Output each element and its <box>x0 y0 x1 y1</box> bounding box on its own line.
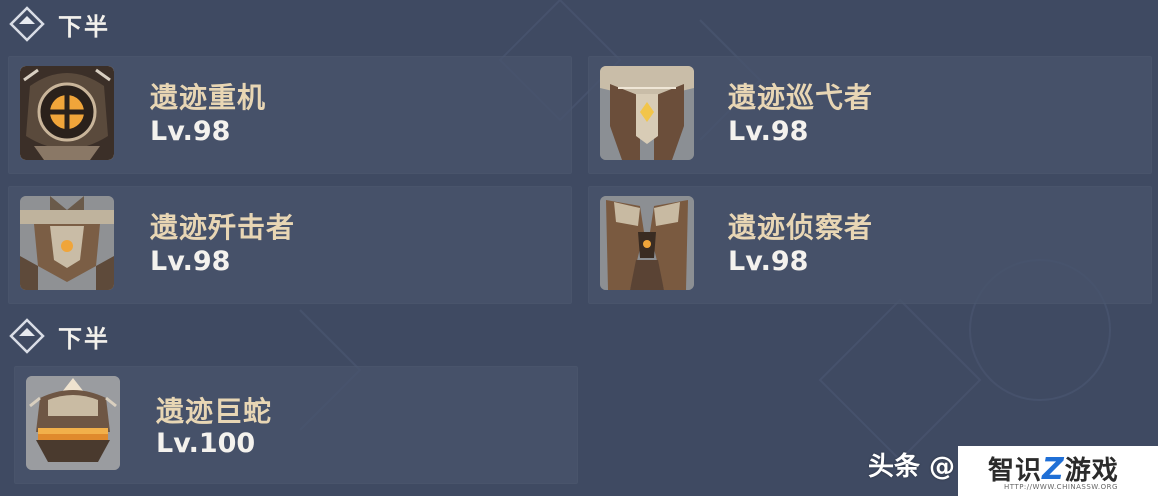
enemy-level: Lv.98 <box>728 116 809 147</box>
section-title: 下半 <box>58 12 110 41</box>
enemy-card-ruin-grader[interactable]: 遗迹重机 Lv.98 <box>8 56 572 174</box>
enemy-card-ruin-cruiser[interactable]: 遗迹巡弋者 Lv.98 <box>588 56 1152 174</box>
enemy-card-ruin-destroyer[interactable]: 遗迹歼击者 Lv.98 <box>8 186 572 304</box>
ruin-grader-icon <box>20 66 114 160</box>
logo-prefix: 智识 <box>988 456 1043 486</box>
ruin-scout-icon <box>600 196 694 290</box>
enemy-name: 遗迹重机 <box>150 81 267 114</box>
enemy-level: Lv.98 <box>150 116 231 147</box>
enemy-name: 遗迹歼击者 <box>150 211 296 244</box>
diamond-icon <box>9 6 45 42</box>
toutiao-watermark: 头条 @ <box>868 452 956 482</box>
diamond-icon <box>9 318 45 354</box>
site-watermark: 智识Z游戏 HTTP://WWW.CHINASSW.ORG <box>958 446 1158 496</box>
site-logo: 智识Z游戏 <box>988 450 1119 487</box>
enemy-name: 遗迹侦察者 <box>728 211 874 244</box>
section-title: 下半 <box>58 324 110 353</box>
ruin-serpent-icon <box>26 376 120 470</box>
enemy-level: Lv.98 <box>150 246 231 277</box>
logo-z: Z <box>1042 452 1065 487</box>
enemy-card-ruin-serpent[interactable]: 遗迹巨蛇 Lv.100 <box>14 366 578 484</box>
enemy-level: Lv.100 <box>156 428 256 459</box>
ruin-cruiser-icon <box>600 66 694 160</box>
section-header-2: 下半 <box>0 316 110 356</box>
section-header-1: 下半 <box>0 4 110 44</box>
ruin-destroyer-icon <box>20 196 114 290</box>
enemy-level: Lv.98 <box>728 246 809 277</box>
logo-suffix: 游戏 <box>1064 456 1119 486</box>
enemy-name: 遗迹巨蛇 <box>156 395 273 428</box>
enemy-name: 遗迹巡弋者 <box>728 81 874 114</box>
enemy-card-ruin-scout[interactable]: 遗迹侦察者 Lv.98 <box>588 186 1152 304</box>
site-url: HTTP://WWW.CHINASSW.ORG <box>1004 483 1118 491</box>
